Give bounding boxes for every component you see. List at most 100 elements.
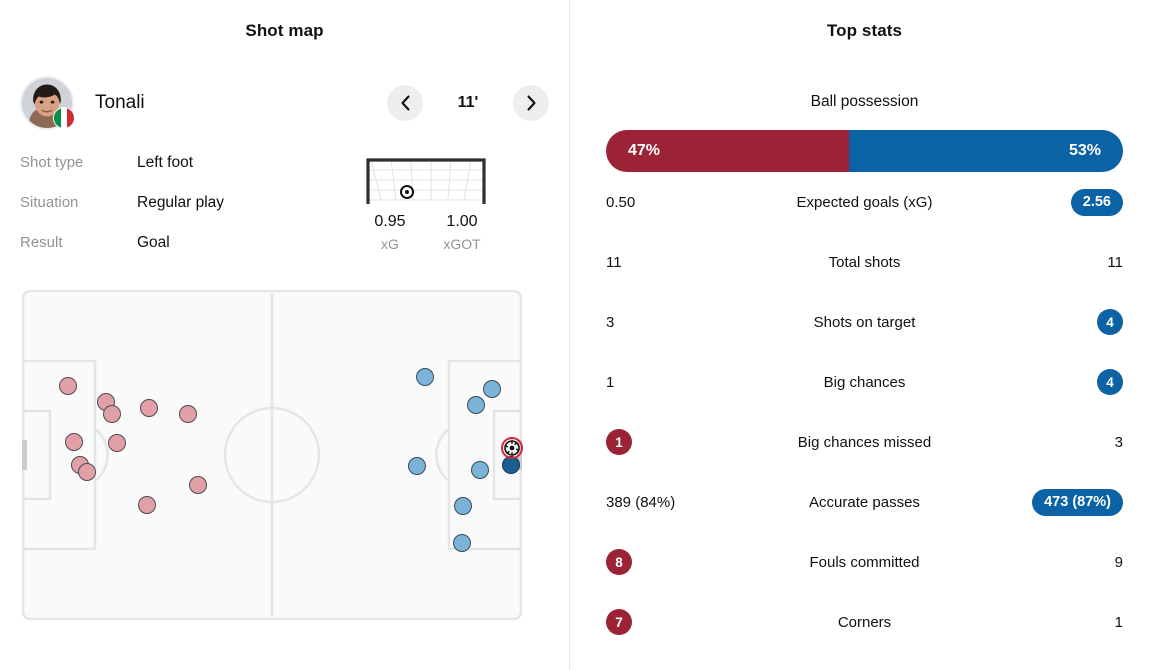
- player-name: Tonali: [95, 92, 145, 113]
- stat-home-value: 7: [606, 609, 756, 635]
- xg-column: 0.95 xG: [362, 213, 418, 252]
- stat-home-badge: 8: [606, 549, 632, 575]
- stat-row-accurate-passes: 389 (84%) Accurate passes 473 (87%): [606, 472, 1123, 532]
- previous-shot-button[interactable]: [387, 85, 423, 121]
- pitch-graphic: [22, 290, 522, 620]
- xg-value: 0.95: [374, 213, 406, 230]
- next-shot-button[interactable]: [513, 85, 549, 121]
- stat-label: Big chances: [823, 373, 906, 391]
- stat-away-badge: 4: [1097, 369, 1123, 395]
- stat-home-text: 1: [606, 373, 615, 391]
- possession-bar: 47% 53%: [606, 130, 1123, 172]
- shot-dot-away[interactable]: [408, 457, 426, 475]
- stat-row-total-shots: 11 Total shots 11: [606, 232, 1123, 292]
- stat-home-value: 0.50: [606, 194, 756, 211]
- stat-home-value: 3: [606, 314, 756, 331]
- stat-away-value: 9: [973, 554, 1123, 571]
- shot-dot-away[interactable]: [453, 534, 471, 552]
- stat-row-expected-goals: 0.50 Expected goals (xG) 2.56: [606, 172, 1123, 232]
- stat-away-value: 473 (87%): [973, 488, 1123, 516]
- left-goal: [22, 440, 27, 470]
- stat-away-value: 11: [973, 254, 1123, 271]
- chevron-left-icon: [400, 95, 410, 111]
- shot-dot-home[interactable]: [78, 463, 96, 481]
- stat-away-text: 3: [1114, 433, 1123, 451]
- shot-type-label: Shot type: [20, 154, 84, 171]
- shot-minute: 11': [457, 94, 479, 111]
- shot-dot-home[interactable]: [138, 496, 156, 514]
- xgot-column: 1.00 xGOT: [434, 213, 490, 252]
- xgot-label: xGOT: [443, 236, 481, 252]
- stat-row-fouls-committed: 8 Fouls committed 9: [606, 532, 1123, 592]
- shot-dot-home[interactable]: [103, 405, 121, 423]
- stat-home-value: 1: [606, 374, 756, 391]
- stat-away-badge: 473 (87%): [1032, 488, 1123, 516]
- result-label: Result: [20, 234, 63, 251]
- shot-dot-home[interactable]: [179, 405, 197, 423]
- stat-away-text: 1: [1114, 613, 1123, 631]
- shot-dot-away[interactable]: [416, 368, 434, 386]
- situation-value: Regular play: [137, 194, 225, 211]
- selected-shot-marker[interactable]: [501, 437, 523, 459]
- xgot-value: 1.00: [446, 213, 478, 230]
- possession-away-segment: 53%: [848, 130, 1123, 172]
- stat-label: Accurate passes: [809, 493, 920, 511]
- stat-away-value: 4: [973, 309, 1123, 335]
- stat-home-value: 8: [606, 549, 756, 575]
- stat-away-value: 4: [973, 369, 1123, 395]
- stat-label: Shots on target: [813, 313, 916, 331]
- italy-flag-icon: [53, 107, 75, 129]
- shot-dot-home[interactable]: [140, 399, 158, 417]
- football-icon: [400, 185, 414, 199]
- shot-player-row: Tonali 11': [20, 74, 549, 132]
- stat-row-big-chances-missed: 1 Big chances missed 3: [606, 412, 1123, 472]
- shot-details-block: Shot type Left foot Situation Regular pl…: [20, 154, 549, 274]
- selected-ball-icon: [501, 437, 523, 459]
- top-stats-panel: Top stats Ball possession 47% 53% 0.50 E…: [570, 0, 1159, 670]
- top-stats-title: Top stats: [826, 21, 903, 40]
- shot-detail-row: Shot type Left foot: [20, 154, 340, 194]
- stat-label: Fouls committed: [809, 553, 920, 571]
- stat-away-badge: 2.56: [1070, 188, 1123, 216]
- stat-home-text: 389 (84%): [606, 493, 676, 511]
- shot-map-panel: Shot map Tonali 11' Shot type Left foot …: [0, 0, 570, 670]
- stat-home-text: 11: [606, 253, 622, 271]
- shot-map-title: Shot map: [245, 21, 324, 40]
- shot-dot-away[interactable]: [467, 396, 485, 414]
- shot-dot-away[interactable]: [471, 461, 489, 479]
- shot-dot-home[interactable]: [189, 476, 207, 494]
- stat-row-big-chances: 1 Big chances 4: [606, 352, 1123, 412]
- goalmouth-diagram: 0.95 xG 1.00 xGOT: [346, 154, 506, 274]
- shot-dot-away[interactable]: [454, 497, 472, 515]
- shot-detail-row: Situation Regular play: [20, 194, 340, 234]
- stat-home-badge: 1: [606, 429, 632, 455]
- stat-label: Big chances missed: [797, 433, 932, 451]
- stat-home-text: 0.50: [606, 193, 636, 211]
- avatar[interactable]: [20, 76, 75, 130]
- chevron-right-icon: [526, 95, 536, 111]
- stat-away-value: 2.56: [973, 188, 1123, 216]
- shot-type-value: Left foot: [137, 154, 194, 171]
- goal-frame-graphic: [366, 158, 486, 204]
- xg-label: xG: [381, 236, 399, 252]
- shot-dot-away[interactable]: [483, 380, 501, 398]
- possession-home-value: 47%: [628, 142, 661, 159]
- stat-home-value: 389 (84%): [606, 494, 756, 511]
- stat-home-value: 1: [606, 429, 756, 455]
- stat-home-value: 11: [606, 254, 756, 271]
- stat-home-badge: 7: [606, 609, 632, 635]
- shot-navigation: 11': [387, 85, 549, 121]
- situation-label: Situation: [20, 194, 79, 211]
- stat-away-badge: 4: [1097, 309, 1123, 335]
- stat-home-text: 3: [606, 313, 615, 331]
- result-value: Goal: [137, 234, 170, 251]
- pitch-shot-map[interactable]: [22, 290, 523, 620]
- match-stats-screen: Shot map Tonali 11' Shot type Left foot …: [0, 0, 1160, 670]
- shot-dot-home[interactable]: [65, 433, 83, 451]
- stat-away-value: 1: [973, 614, 1123, 631]
- shot-dot-home[interactable]: [59, 377, 77, 395]
- possession-away-value: 53%: [1068, 142, 1101, 159]
- shot-dot-home[interactable]: [108, 434, 126, 452]
- stat-away-text: 11: [1107, 253, 1123, 271]
- xg-values: 0.95 xG 1.00 xGOT: [362, 213, 490, 252]
